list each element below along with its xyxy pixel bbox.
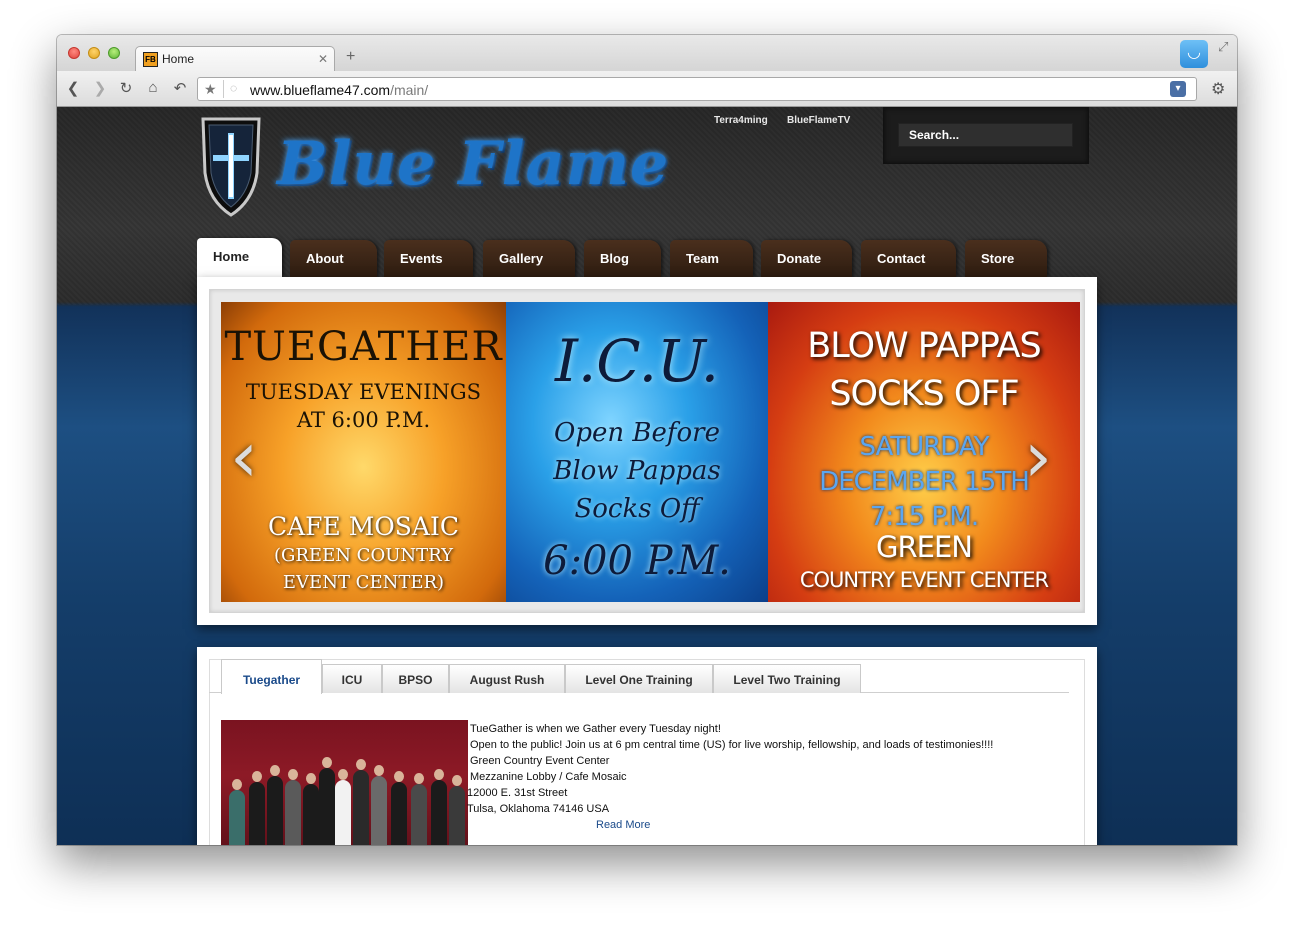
slide-venue: Cafe Mosaic [267,512,459,541]
minimize-window-button[interactable] [88,47,100,59]
search-panel [883,107,1089,164]
new-tab-icon[interactable]: + [346,48,355,66]
extension-smiley-icon[interactable]: ◡ [1180,40,1208,68]
browser-window: FB Home ✕ + ◡ ⤢ ❮ ❯ ↻ ⌂ ↶ ★ ◌ www.bluefl… [57,35,1237,845]
tab-august-rush[interactable]: August Rush [449,664,565,693]
slide-title: Tuegather [224,324,503,370]
reload-icon[interactable]: ↻ [116,79,136,97]
tab-tuegather[interactable]: Tuegather [221,659,322,694]
slide-title: I.C.U. [554,327,720,395]
tab-bpso[interactable]: BPSO [382,664,449,693]
content-box: Tuegather ICU BPSO August Rush Level One… [197,647,1097,845]
tab-title: Home [162,52,195,66]
pocket-icon[interactable]: ▾ [1170,81,1186,97]
slider-container: Tuegather Tuesday evenings at 6:00 P.M. … [197,277,1097,625]
page-icon: ◌ [230,81,238,95]
top-link-blueflametv[interactable]: BlueFlameTV [787,115,850,126]
nav-about[interactable]: About [290,240,377,277]
tab-description: TueGather is when we Gather every Tuesda… [467,723,994,831]
tab-icu[interactable]: ICU [322,664,382,693]
browser-toolbar: ❮ ❯ ↻ ⌂ ↶ ★ ◌ www.blueflame47.com/main/ … [57,71,1237,107]
nav-blog[interactable]: Blog [584,240,661,277]
home-icon[interactable]: ⌂ [143,79,163,96]
nav-donate[interactable]: Donate [761,240,852,277]
web-page: Blue Flame Terra4ming BlueFlameTV Home A… [57,107,1237,845]
omnibox-divider [223,80,224,98]
slide-time: 6:00 P.M. [543,538,731,584]
nav-events[interactable]: Events [384,240,473,277]
slide-subtitle: Tuesday evenings at 6:00 P.M. [245,380,482,432]
tab-strip: FB Home ✕ + ◡ ⤢ [57,35,1237,71]
slide-venue-detail: COUNTRY EVENT CENTER [799,568,1049,592]
close-window-button[interactable] [68,47,80,59]
favicon-icon: FB [143,52,158,67]
site-logo-text[interactable]: Blue Flame [277,129,669,199]
slider-frame: Tuegather Tuesday evenings at 6:00 P.M. … [209,289,1085,613]
read-more-link[interactable]: Read More [596,819,650,831]
content-tabs: Tuegather ICU BPSO August Rush Level One… [209,659,1069,694]
slide-venue: GREEN [876,530,973,564]
url-text[interactable]: www.blueflame47.com/main/ [250,82,428,98]
fullscreen-icon[interactable]: ⤢ [1218,39,1228,55]
search-input[interactable] [898,123,1073,147]
nav-store[interactable]: Store [965,240,1047,277]
star-icon[interactable]: ★ [204,81,217,98]
top-link-terra4ming[interactable]: Terra4ming [714,115,768,126]
slide-title: BLOW PAPPAS SOCKS OFF [807,326,1042,414]
forward-icon[interactable]: ❯ [90,79,110,97]
tab-level-one-training[interactable]: Level One Training [565,664,713,693]
browser-tab[interactable]: FB Home ✕ [135,46,335,71]
group-photo [221,720,468,845]
wrench-icon[interactable]: ⚙ [1211,79,1225,99]
slide-venue-detail: (Green Country event center) [273,545,454,593]
close-tab-icon[interactable]: ✕ [318,52,328,66]
main-nav: Home About Events Gallery Blog Team Dona… [197,238,1097,277]
back-icon[interactable]: ❮ [63,79,83,97]
slide-subtitle: Open Before Blow Pappas Socks Off [553,418,721,524]
tab-level-two-training[interactable]: Level Two Training [713,664,861,693]
slide-icu[interactable]: I.C.U. Open Before Blow Pappas Socks Off… [506,302,768,602]
nav-gallery[interactable]: Gallery [483,240,575,277]
slide-tuegather[interactable]: Tuegather Tuesday evenings at 6:00 P.M. … [221,302,506,602]
address-bar[interactable]: ★ ◌ www.blueflame47.com/main/ ▾ [197,77,1197,101]
nav-home[interactable]: Home [197,238,282,277]
zoom-window-button[interactable] [108,47,120,59]
nav-team[interactable]: Team [670,240,753,277]
nav-contact[interactable]: Contact [861,240,956,277]
shield-cross-icon[interactable] [199,115,263,217]
slider-prev-arrow-icon[interactable]: ‹ [230,422,258,492]
slider-next-arrow-icon[interactable]: › [1024,422,1052,492]
undo-icon[interactable]: ↶ [170,79,190,97]
